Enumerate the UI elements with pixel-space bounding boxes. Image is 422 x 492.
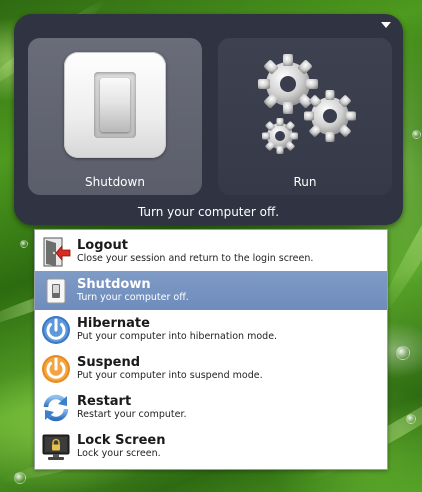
dropdown-arrow-icon[interactable] bbox=[381, 22, 391, 28]
run-tile[interactable]: Run bbox=[218, 38, 392, 195]
run-tile-label: Run bbox=[293, 175, 317, 189]
menu-item-description: Turn your computer off. bbox=[77, 291, 189, 303]
menu-item-title: Shutdown bbox=[77, 276, 151, 292]
menu-item-logout[interactable]: Logout Close your session and return to … bbox=[35, 232, 387, 271]
power-switch-icon bbox=[64, 52, 166, 158]
menu-item-title: Logout bbox=[77, 237, 128, 253]
restart-icon bbox=[40, 392, 72, 424]
menu-item-title: Lock Screen bbox=[77, 432, 166, 448]
panel-description: Turn your computer off. bbox=[137, 205, 280, 219]
session-actions-menu: Logout Close your session and return to … bbox=[34, 229, 388, 470]
power-switch-icon bbox=[40, 275, 72, 307]
shutdown-tile-label: Shutdown bbox=[85, 175, 145, 189]
menu-item-shutdown[interactable]: Shutdown Turn your computer off. bbox=[35, 271, 387, 310]
gears-icon bbox=[258, 54, 356, 154]
menu-item-description: Close your session and return to the log… bbox=[77, 252, 314, 264]
menu-item-title: Restart bbox=[77, 393, 132, 409]
shutdown-tile[interactable]: Shutdown bbox=[28, 38, 202, 195]
menu-item-description: Put your computer into suspend mode. bbox=[77, 369, 263, 381]
menu-item-description: Lock your screen. bbox=[77, 447, 161, 459]
lock-screen-icon bbox=[40, 431, 72, 463]
menu-item-description: Put your computer into hibernation mode. bbox=[77, 330, 278, 342]
hibernate-power-icon bbox=[40, 314, 72, 346]
logout-icon bbox=[40, 236, 72, 268]
menu-item-title: Hibernate bbox=[77, 315, 150, 331]
suspend-power-icon bbox=[40, 353, 72, 385]
menu-item-suspend[interactable]: Suspend Put your computer into suspend m… bbox=[35, 349, 387, 388]
menu-item-description: Restart your computer. bbox=[77, 408, 187, 420]
menu-item-restart[interactable]: Restart Restart your computer. bbox=[35, 388, 387, 427]
menu-item-hibernate[interactable]: Hibernate Put your computer into hiberna… bbox=[35, 310, 387, 349]
shutdown-dialog-panel: Shutdown Run Turn your computer off. bbox=[14, 14, 403, 225]
menu-item-lock-screen[interactable]: Lock Screen Lock your screen. bbox=[35, 427, 387, 466]
menu-item-title: Suspend bbox=[77, 354, 141, 370]
